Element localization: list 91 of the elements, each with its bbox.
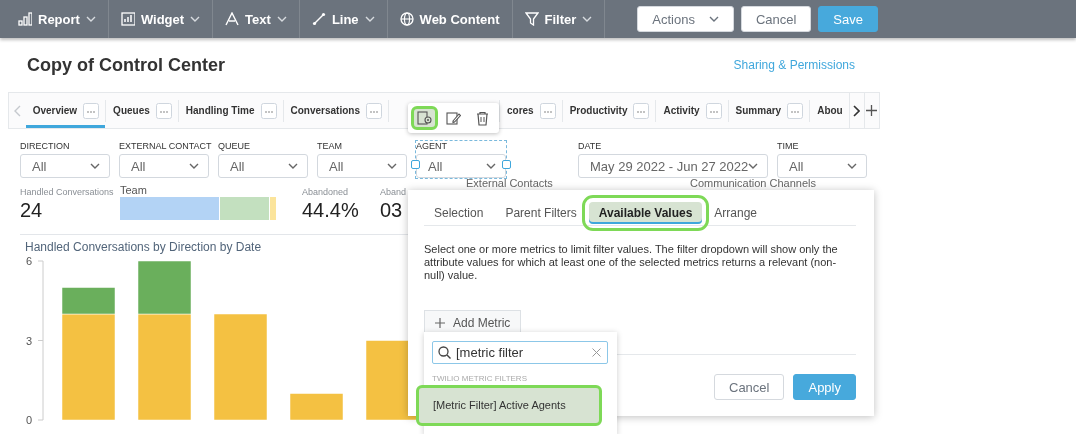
filter-dropdown[interactable]: May 29 2022 - Jun 27 2022 xyxy=(578,154,768,178)
text-tool-icon xyxy=(225,12,240,26)
resize-handle[interactable] xyxy=(411,160,420,169)
filter-dropdown[interactable]: All xyxy=(416,154,506,178)
widget-title: Communication Channels xyxy=(690,177,816,189)
filter-label: DIRECTION xyxy=(20,141,71,151)
dashboard-tab[interactable]: Conversations xyxy=(283,93,388,128)
filter-label: TEAM xyxy=(317,141,343,151)
resize-handle[interactable] xyxy=(502,160,511,169)
toolbar-menu[interactable]: Web Content xyxy=(387,0,513,38)
chevron-down-icon xyxy=(582,16,593,22)
kpi-label: Abandoned xyxy=(302,187,349,197)
toolbar-menu[interactable]: Widget xyxy=(108,0,214,38)
search-icon xyxy=(438,346,451,359)
kpi-label: Handled Conversations xyxy=(20,187,114,197)
dashboard-tab[interactable]: Overview xyxy=(25,93,106,128)
chevron-down-icon xyxy=(708,16,719,22)
chevron-left-icon xyxy=(13,104,21,117)
cancel-button[interactable]: Cancel xyxy=(714,374,785,400)
plus-icon xyxy=(435,317,445,328)
globe-icon xyxy=(399,12,414,26)
line-tool-icon xyxy=(311,12,326,26)
chevron-down-icon xyxy=(486,163,496,169)
dashboard-tab[interactable]: Summary xyxy=(728,93,810,128)
more-icon xyxy=(83,102,100,119)
more-icon xyxy=(539,102,556,119)
more-icon xyxy=(787,102,804,119)
section-heading: TWILIO METRIC FILTERS xyxy=(432,374,528,383)
chevron-right-icon xyxy=(853,104,861,117)
more-icon xyxy=(155,102,172,119)
bar-chart-icon xyxy=(18,12,32,26)
chart-widget-icon xyxy=(120,12,135,26)
chevron-down-icon xyxy=(387,163,397,169)
chart-title: Handled Conversations by Direction by Date xyxy=(25,240,262,254)
toolbar-menu[interactable]: Text xyxy=(213,0,300,38)
settings-icon xyxy=(417,110,432,126)
filter-icon xyxy=(524,12,539,26)
tab-tool-button[interactable] xyxy=(411,106,438,130)
toolbar-menu[interactable]: Report xyxy=(0,0,109,38)
axis-tick-label: 0 xyxy=(25,414,32,426)
dashboard-tab[interactable]: Activity xyxy=(656,93,728,128)
filter-label: TIME xyxy=(777,141,800,151)
search-field[interactable]: [metric filter xyxy=(432,341,608,364)
chevron-down-icon xyxy=(85,16,96,22)
chevron-down-icon xyxy=(90,163,100,169)
chevron-down-icon xyxy=(189,163,199,169)
axis-tick-label: 6 xyxy=(25,256,32,267)
filter-label: AGENT xyxy=(416,141,448,151)
dashboard-tab[interactable]: Abou xyxy=(810,93,849,128)
filter-dropdown[interactable]: All xyxy=(317,154,407,178)
panel-tab[interactable]: Selection xyxy=(424,202,494,224)
dashboard-tab[interactable]: Handling Time xyxy=(178,93,283,128)
chevron-down-icon xyxy=(364,16,375,22)
more-icon xyxy=(366,102,382,119)
more-icon xyxy=(260,102,277,119)
chevron-down-icon xyxy=(847,163,857,169)
kpi-value: 03 xyxy=(380,199,403,222)
clear-icon xyxy=(592,348,601,357)
filter-label: QUEUE xyxy=(218,141,251,151)
cancel-button[interactable]: Cancel xyxy=(740,6,812,32)
axis-tick-label: 3 xyxy=(25,334,32,347)
more-icon xyxy=(705,102,722,119)
dashboard-tab[interactable]: Queues xyxy=(106,93,178,128)
kpi-value: 24 xyxy=(20,199,43,222)
toolbar-menu[interactable]: Line xyxy=(299,0,388,38)
chevron-down-icon xyxy=(288,163,298,169)
edit-icon xyxy=(446,110,461,126)
trash-icon xyxy=(475,110,490,126)
widget-title: Team xyxy=(120,184,147,196)
filter-dropdown[interactable]: All xyxy=(119,154,209,178)
dashboard-title: Copy of Control Center xyxy=(27,54,225,76)
metric-option[interactable]: [Metric Filter] Active Agents xyxy=(416,385,602,426)
dashboard-tab[interactable]: cores xyxy=(500,93,562,128)
chevron-down-icon xyxy=(748,163,759,169)
kpi-value: 44.4% xyxy=(302,199,359,222)
chevron-down-icon xyxy=(276,16,287,22)
dashboard-tab[interactable]: Productivity xyxy=(562,93,656,128)
kpi-label: Aband xyxy=(380,187,407,197)
filter-dropdown[interactable]: All xyxy=(218,154,308,178)
panel-tab[interactable]: Parent Filters xyxy=(495,202,587,224)
filter-label: DATE xyxy=(578,141,603,151)
more-icon xyxy=(633,102,650,119)
widget-title: External Contacts xyxy=(466,177,553,189)
chevron-down-icon xyxy=(190,16,201,22)
actions-dropdown[interactable]: Actions xyxy=(637,6,734,32)
plus-icon xyxy=(866,105,878,116)
filter-dropdown[interactable]: All xyxy=(20,154,110,178)
description-text: Select one or more metrics to limit filter values. The filter dropdown will show only the attribute values for which at least one of the selected metrics returns a relevant (non-null) value. xyxy=(424,243,839,282)
toolbar-menu[interactable]: Filter xyxy=(512,0,606,38)
panel-tab[interactable]: Arrange xyxy=(704,202,768,224)
filter-dropdown[interactable]: All xyxy=(777,154,867,178)
